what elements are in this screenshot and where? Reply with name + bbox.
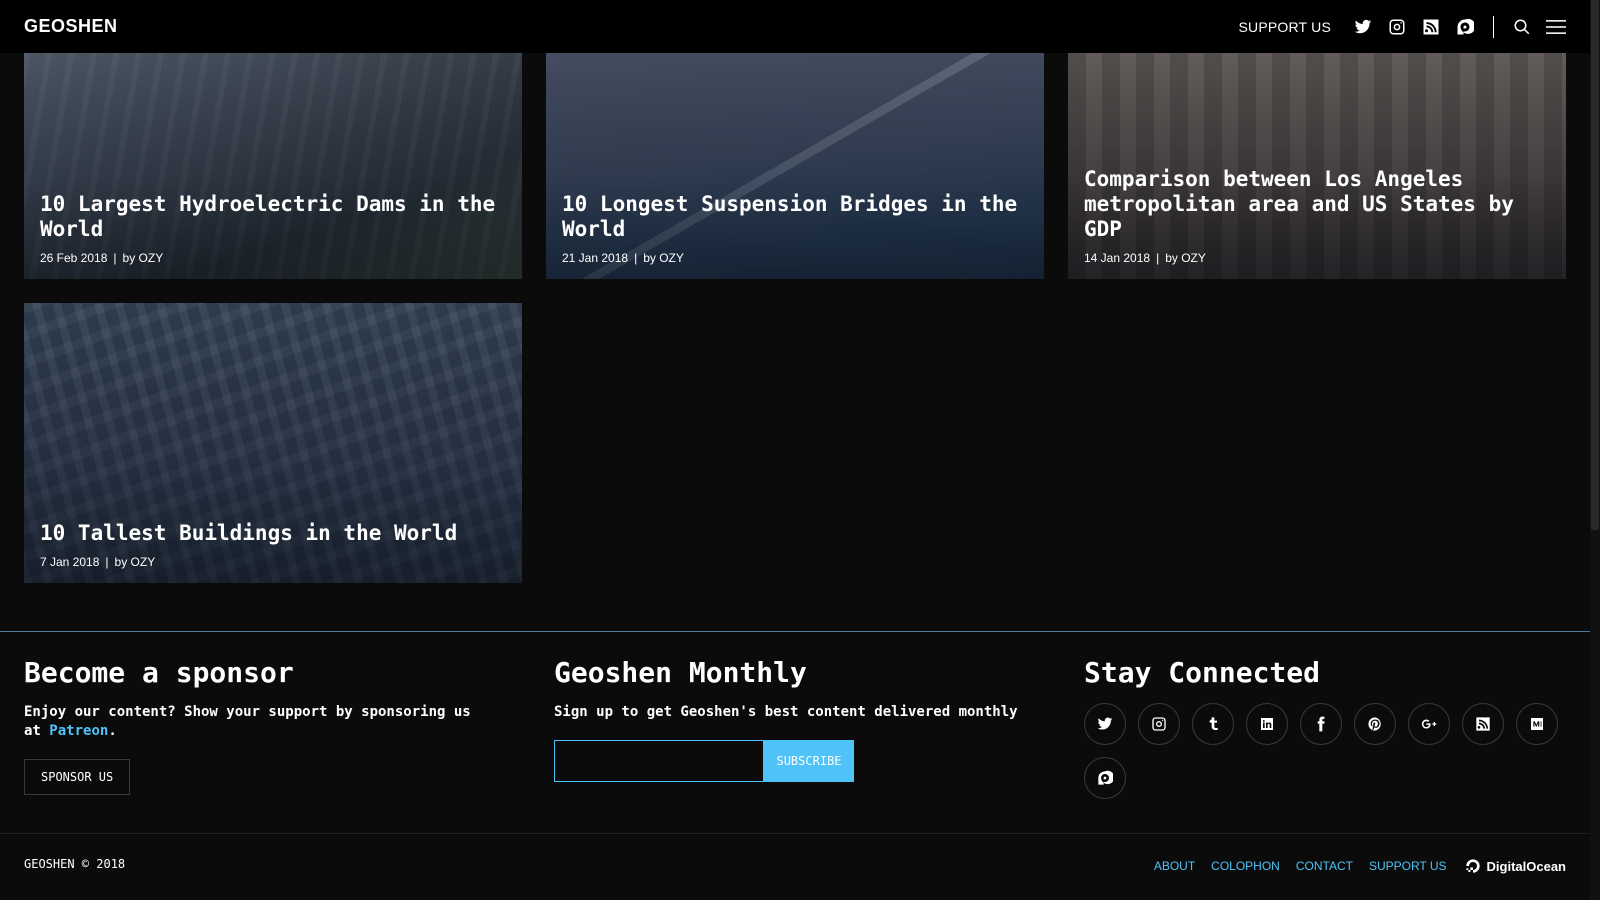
header-divider: [1493, 15, 1494, 38]
article-date: 21 Jan 2018: [562, 251, 629, 265]
brand-logo[interactable]: GEOSHEN: [24, 16, 118, 37]
meta-separator: |: [634, 251, 638, 265]
sponsor-text: Enjoy our content? Show your support by …: [24, 704, 471, 739]
sponsor-us-button[interactable]: SPONSOR US: [24, 759, 131, 795]
footer-divider: [0, 631, 1590, 632]
article-meta: 7 Jan 2018 | by OZY: [40, 555, 506, 569]
article-author: by OZY: [1165, 251, 1206, 265]
search-icon[interactable]: [1512, 17, 1532, 37]
support-us-link[interactable]: SUPPORT US: [1238, 19, 1331, 35]
tumblr-icon[interactable]: [1192, 703, 1234, 745]
newsletter-heading: Geoshen Monthly: [554, 656, 807, 689]
meta-separator: |: [1156, 251, 1160, 265]
newsletter-text: Sign up to get Geoshen's best content de…: [554, 704, 1018, 720]
twitter-icon[interactable]: [1353, 17, 1373, 37]
patreon-icon[interactable]: [1084, 757, 1126, 799]
footer-link-about[interactable]: ABOUT: [1154, 859, 1195, 873]
meta-separator: |: [105, 555, 109, 569]
article-title[interactable]: 10 Largest Hydroelectric Dams in the Wor…: [40, 192, 506, 242]
sponsor-heading: Become a sponsor: [24, 656, 294, 689]
article-card[interactable]: Comparison between Los Angeles metropoli…: [1068, 53, 1566, 279]
article-author: by OZY: [122, 251, 164, 265]
article-title[interactable]: 10 Tallest Buildings in the World: [40, 521, 506, 546]
facebook-icon[interactable]: [1300, 703, 1342, 745]
linkedin-icon[interactable]: [1246, 703, 1288, 745]
article-meta: 26 Feb 2018 | by OZY: [40, 251, 506, 265]
social-heading: Stay Connected: [1084, 656, 1321, 689]
article-author: by OZY: [643, 251, 684, 265]
scrollbar-thumb[interactable]: [1591, 0, 1599, 530]
medium-icon[interactable]: [1516, 703, 1558, 745]
google-plus-icon[interactable]: [1408, 703, 1450, 745]
article-card[interactable]: 10 Longest Suspension Bridges in the Wor…: [546, 53, 1044, 279]
article-card[interactable]: 10 Largest Hydroelectric Dams in the Wor…: [24, 53, 522, 279]
article-date: 14 Jan 2018: [1084, 251, 1151, 265]
article-title[interactable]: 10 Longest Suspension Bridges in the Wor…: [562, 192, 1028, 242]
social-links: [1084, 703, 1564, 799]
footer-link-contact[interactable]: CONTACT: [1296, 859, 1353, 873]
digitalocean-icon: [1465, 859, 1480, 873]
article-card[interactable]: 10 Tallest Buildings in the World 7 Jan …: [24, 303, 522, 583]
footer-link-colophon[interactable]: COLOPHON: [1211, 859, 1280, 873]
rss-icon[interactable]: [1421, 17, 1441, 37]
instagram-icon[interactable]: [1138, 703, 1180, 745]
article-title[interactable]: Comparison between Los Angeles metropoli…: [1084, 167, 1550, 242]
instagram-icon[interactable]: [1387, 17, 1407, 37]
rss-icon[interactable]: [1462, 703, 1504, 745]
twitter-icon[interactable]: [1084, 703, 1126, 745]
sponsor-section: Become a sponsor Enjoy our content? Show…: [24, 656, 494, 795]
page-scrollbar[interactable]: [1590, 0, 1600, 900]
subscribe-button[interactable]: SUBSCRIBE: [764, 740, 854, 782]
article-date: 26 Feb 2018: [40, 251, 108, 265]
patreon-icon[interactable]: [1455, 17, 1475, 37]
menu-icon[interactable]: [1546, 17, 1566, 37]
digitalocean-logo[interactable]: DigitalOcean: [1465, 858, 1566, 874]
bottom-divider: [0, 833, 1590, 834]
article-meta: 21 Jan 2018 | by OZY: [562, 251, 1028, 265]
copyright-text: GEOSHEN © 2018: [24, 857, 126, 871]
top-navbar: GEOSHEN SUPPORT US: [0, 0, 1590, 53]
digitalocean-label: DigitalOcean: [1486, 858, 1566, 874]
navbar-right: SUPPORT US: [1238, 15, 1566, 38]
footer-nav: ABOUT COLOPHON CONTACT SUPPORT US Digita…: [1154, 858, 1566, 874]
pinterest-icon[interactable]: [1354, 703, 1396, 745]
patreon-link[interactable]: Patreon: [49, 723, 108, 739]
subscribe-form: SUBSCRIBE: [554, 740, 1034, 782]
email-field[interactable]: [554, 740, 764, 782]
article-date: 7 Jan 2018: [40, 555, 100, 569]
article-author: by OZY: [114, 555, 156, 569]
article-meta: 14 Jan 2018 | by OZY: [1084, 251, 1550, 265]
social-section: Stay Connected: [1084, 656, 1564, 799]
meta-separator: |: [113, 251, 117, 265]
footer-link-support-us[interactable]: SUPPORT US: [1369, 859, 1447, 873]
newsletter-section: Geoshen Monthly Sign up to get Geoshen's…: [554, 656, 1034, 782]
